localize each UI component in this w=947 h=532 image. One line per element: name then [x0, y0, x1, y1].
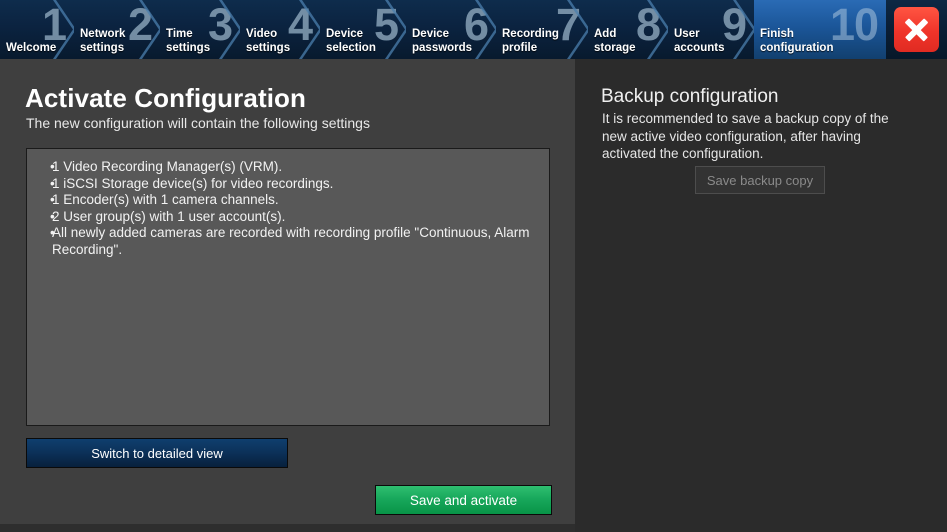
- close-button[interactable]: [894, 7, 939, 52]
- wizard-step-6[interactable]: 6 Device passwords: [406, 0, 497, 59]
- wizard-step-header: 1 Welcome 2 Network settings 3 Time settings 4…: [0, 0, 947, 59]
- bullet-icon: •: [50, 192, 55, 208]
- wizard-step-7[interactable]: 7 Recording profile: [496, 0, 589, 59]
- switch-to-detailed-view-button[interactable]: Switch to detailed view: [26, 438, 288, 468]
- wizard-step-label: Network settings: [80, 28, 126, 54]
- bullet-icon: •: [50, 159, 55, 174]
- wizard-step-4[interactable]: 4 Video settings: [240, 0, 321, 59]
- backup-configuration-description: It is recommended to save a backup copy …: [602, 111, 889, 161]
- wizard-step-label: Device selection: [326, 28, 376, 54]
- wizard-step-number: 7: [555, 0, 581, 50]
- wizard-step-5[interactable]: 5 Device selection: [320, 0, 407, 59]
- configuration-summary-list: • 1 Video Recording Manager(s) (VRM). • 1 i…: [27, 159, 549, 259]
- wizard-step-label: Device passwords: [412, 28, 473, 54]
- wizard-step-label: Add storage: [594, 28, 636, 54]
- summary-list-item: • 2 User group(s) with 1 user account(s).: [27, 209, 539, 226]
- summary-list-item: • 1 iSCSI Storage device(s) for video rec…: [27, 176, 539, 193]
- summary-list-item-text: 1 iSCSI Storage device(s) for video reco…: [52, 175, 334, 191]
- save-backup-copy-button: Save backup copy: [695, 166, 825, 194]
- summary-list-item-text: All newly added cameras are recorded wit…: [52, 225, 530, 257]
- summary-list-item-text: 1 Video Recording Manager(s) (VRM).: [52, 159, 283, 174]
- summary-list-item: • 1 Video Recording Manager(s) (VRM).: [27, 159, 539, 176]
- summary-list-item-text: 2 User group(s) with 1 user account(s).: [52, 208, 286, 224]
- wizard-step-label: User accounts: [674, 28, 725, 54]
- wizard-step-10[interactable]: 10 Finish configuration: [754, 0, 886, 59]
- summary-list-item: • 1 Encoder(s) with 1 camera channels.: [27, 192, 539, 209]
- bottom-strip: [0, 524, 575, 532]
- wizard-step-3[interactable]: 3 Time settings: [160, 0, 241, 59]
- page-subtitle: The new configuration will contain the f…: [26, 115, 370, 131]
- configuration-summary-box: • 1 Video Recording Manager(s) (VRM). • 1 i…: [26, 148, 550, 426]
- backup-configuration-title: Backup configuration: [601, 86, 779, 107]
- save-and-activate-button[interactable]: Save and activate: [375, 485, 552, 515]
- bullet-icon: •: [50, 225, 55, 241]
- wizard-step-label: Time settings: [166, 28, 211, 54]
- wizard-step-label: Video settings: [246, 28, 291, 54]
- wizard-step-9[interactable]: 9 User accounts: [668, 0, 755, 59]
- wizard-step-number: 2: [127, 0, 153, 50]
- wizard-step-number: 8: [635, 0, 661, 50]
- wizard-step-1[interactable]: 1 Welcome: [0, 0, 75, 59]
- wizard-step-number: 9: [721, 0, 747, 50]
- bullet-icon: •: [50, 208, 55, 224]
- wizard-window: 1 Welcome 2 Network settings 3 Time settings 4…: [0, 0, 947, 532]
- wizard-step-label: Welcome: [6, 41, 57, 54]
- wizard-step-number: 3: [207, 0, 233, 50]
- bullet-icon: •: [50, 175, 55, 191]
- wizard-step-8[interactable]: 8 Add storage: [588, 0, 669, 59]
- wizard-step-list: 1 Welcome 2 Network settings 3 Time settings 4…: [0, 0, 886, 59]
- summary-list-item: • All newly added cameras are recorded wi…: [27, 225, 539, 258]
- wizard-step-number: 4: [287, 0, 313, 50]
- wizard-step-2[interactable]: 2 Network settings: [74, 0, 161, 59]
- wizard-step-number: 5: [373, 0, 399, 50]
- wizard-step-label: Finish configuration: [760, 28, 834, 54]
- wizard-step-number: 10: [829, 0, 879, 50]
- page-title: Activate Configuration: [25, 83, 306, 113]
- wizard-step-label: Recording profile: [502, 28, 559, 54]
- summary-list-item-text: 1 Encoder(s) with 1 camera channels.: [52, 192, 279, 208]
